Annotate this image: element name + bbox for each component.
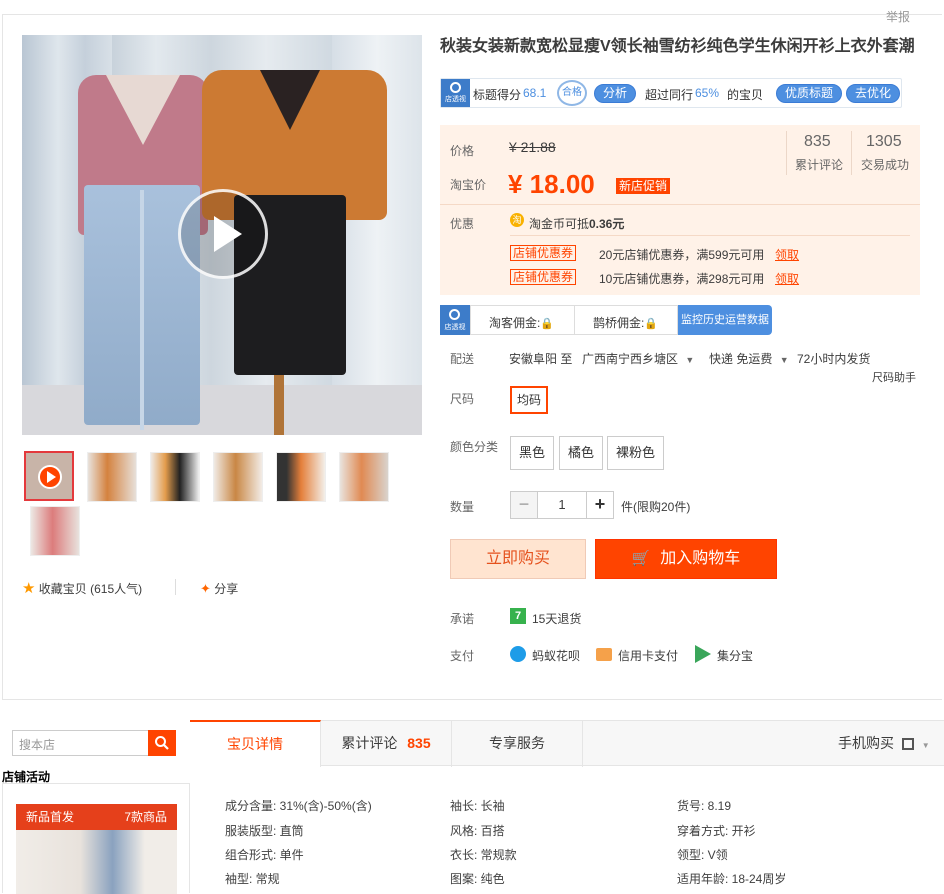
report-link[interactable]: 举报 (886, 8, 910, 25)
size-helper-link[interactable]: 尺码助手 (872, 369, 916, 385)
huabei-icon (510, 646, 526, 662)
shop-activity-card[interactable]: 新品首发 7款商品 (2, 783, 190, 894)
shipping-method-select[interactable]: 快递 免运费 ▼ (709, 350, 789, 367)
thumbnail-5[interactable] (276, 452, 326, 502)
thumbnail-4[interactable] (213, 452, 263, 502)
queqiao-commission[interactable]: 鹊桥佣金:🔒 (575, 305, 678, 335)
thumbnail-video[interactable] (24, 451, 74, 501)
tab-reviews[interactable]: 累计评论 835 (321, 721, 452, 767)
jifenbao-icon (695, 645, 711, 663)
thumbnail-6[interactable] (339, 452, 389, 502)
favorite-button[interactable]: ★ 收藏宝贝 (615人气) (22, 580, 142, 596)
squirrel-icon-2 (449, 309, 460, 320)
credit-card-icon (596, 648, 612, 661)
quality-title-button[interactable]: 优质标题 (776, 84, 843, 103)
thumbnail-2[interactable] (87, 452, 137, 502)
quantity-increase-button[interactable]: + (586, 491, 614, 519)
thumbnail-7[interactable] (30, 506, 80, 556)
tab-exclusive-service[interactable]: 专享服务 (452, 721, 583, 767)
qrcode-icon (901, 738, 914, 751)
size-option-onesize[interactable]: 均码 (510, 386, 549, 414)
tab-item-details[interactable]: 宝贝详情 (190, 720, 321, 767)
thumbnail-3[interactable] (150, 452, 200, 502)
return-policy-icon: 7 (510, 608, 526, 624)
quantity-decrease-button[interactable]: − (510, 491, 538, 519)
divider (175, 579, 176, 595)
title-score-bar: 店透视 标题得分 68.1 合格 分析 超过同行 65% 的宝贝 优质标题 去优… (440, 78, 902, 108)
caret-down-icon: ▼ (685, 355, 695, 365)
chevron-down-icon: ▼ (921, 741, 930, 750)
share-icon: ✦ (200, 580, 211, 596)
coupon-tag-2: 店铺优惠券 (510, 269, 577, 285)
detail-tab-bar: 宝贝详情 累计评论 835 专享服务 手机购买 ▼ (190, 720, 944, 767)
analyze-button[interactable]: 分析 (594, 84, 637, 103)
reviews-count[interactable]: 835 (804, 133, 831, 151)
caret-down-icon-2: ▼ (779, 355, 789, 365)
ztc-badge: 店透视 (441, 79, 470, 107)
monitor-history-tab[interactable]: 监控历史运营数据 (678, 305, 772, 335)
product-title: 秋装女装新款宽松显瘦V领长袖雪纺衫纯色学生休闲开衫上衣外套潮 (440, 38, 915, 55)
share-button[interactable]: ✦ 分享 (200, 580, 238, 597)
quantity-input[interactable]: 1 (537, 491, 587, 519)
current-price: ¥ 18.00 (508, 169, 595, 199)
new-arrival-banner: 新品首发 7款商品 (16, 804, 177, 830)
taojinbi-icon: 淘 (510, 213, 524, 227)
new-arrival-image[interactable] (16, 830, 177, 894)
cart-icon: 🛒 (631, 550, 651, 567)
go-optimize-button[interactable]: 去优化 (846, 84, 901, 103)
promo-tag: 新店促销 (616, 178, 671, 194)
claim-coupon-2[interactable]: 领取 (775, 270, 799, 287)
squirrel-icon (450, 82, 461, 93)
claim-coupon-1[interactable]: 领取 (775, 246, 799, 263)
destination-select[interactable]: 广西南宁西乡塘区 ▼ (582, 350, 694, 367)
search-icon (155, 736, 169, 750)
lock-icon: 🔒 (540, 318, 555, 330)
taoke-commission[interactable]: 淘客佣金:🔒 (470, 305, 575, 335)
star-icon: ★ (22, 579, 36, 597)
coupon-tag-1: 店铺优惠券 (510, 245, 577, 261)
mobile-buy-button[interactable]: 手机购买 ▼ (838, 721, 938, 767)
play-video-button[interactable] (178, 189, 268, 279)
add-to-cart-button[interactable]: 🛒 加入购物车 (595, 539, 777, 579)
lock-icon-2: 🔒 (644, 318, 659, 330)
commission-bar: 店透视 淘客佣金:🔒 鹊桥佣金:🔒 监控历史运营数据 (440, 305, 772, 335)
shop-search-input[interactable]: 搜本店 (12, 730, 149, 756)
color-option-orange[interactable]: 橘色 (559, 436, 604, 470)
shop-search-button[interactable] (148, 730, 176, 756)
sales-count: 1305 (866, 133, 902, 150)
buy-now-button[interactable]: 立即购买 (450, 539, 586, 579)
main-product-image[interactable] (22, 35, 422, 435)
color-option-nude-pink[interactable]: 裸粉色 (607, 436, 665, 470)
original-price: ¥ 21.88 (509, 139, 556, 155)
commission-badge: 店透视 (440, 305, 470, 335)
price-panel: 价格 ¥ 21.88 淘宝价 ¥ 18.00 新店促销 835 累计评论 130… (440, 125, 920, 295)
color-option-black[interactable]: 黑色 (510, 436, 555, 470)
pass-stamp: 合格 (557, 80, 587, 106)
